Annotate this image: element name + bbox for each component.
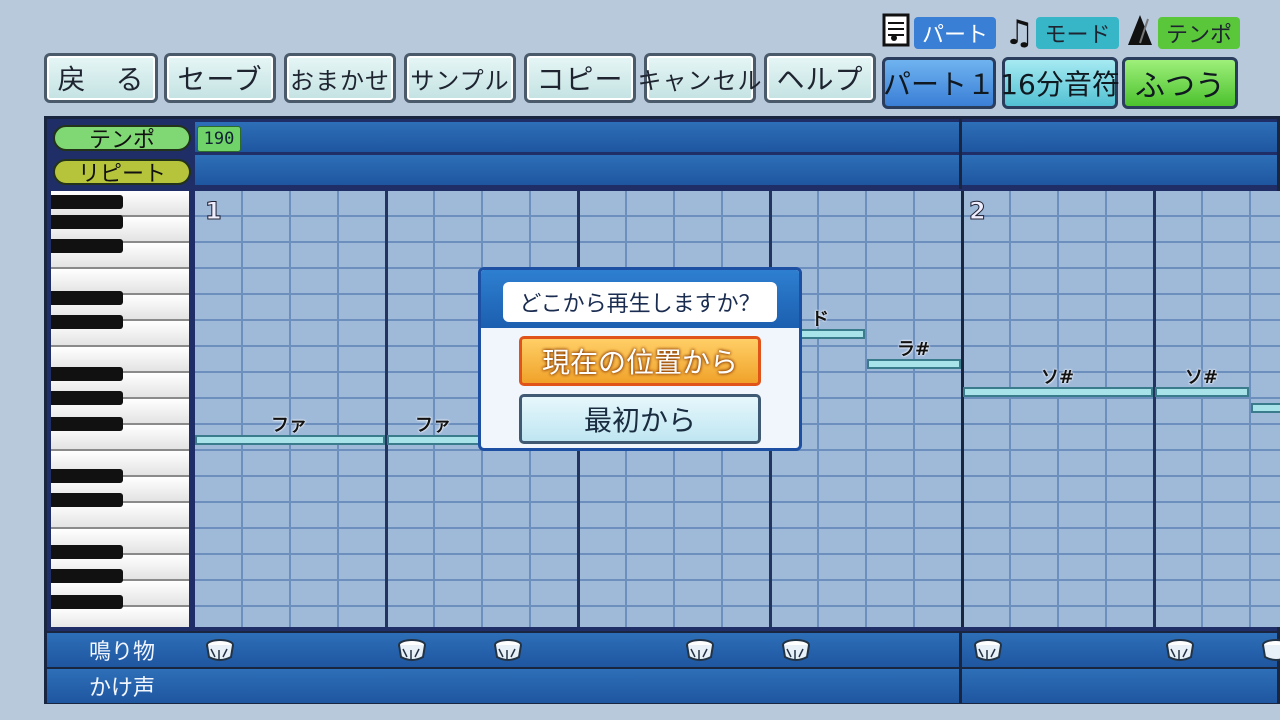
note-label: ファ: [415, 415, 451, 436]
mode-label: モード: [1036, 17, 1119, 49]
measure-line: [961, 191, 964, 627]
percussion-track[interactable]: 鳴り物: [47, 631, 1280, 667]
playback-dialog: どこから再生しますか？ 現在の位置から 最初から: [478, 267, 802, 451]
note-label: ファ: [271, 415, 307, 436]
tempo-label: テンポ: [1158, 17, 1241, 49]
drum-icon[interactable]: [493, 637, 523, 663]
repeat-track[interactable]: [195, 155, 1277, 185]
top-measure-divider: [959, 119, 962, 189]
score-icon: [882, 13, 912, 53]
play-from-start-button[interactable]: 最初から: [519, 394, 761, 444]
piano-keyboard[interactable]: [51, 191, 189, 627]
percussion-label: 鳴り物: [88, 640, 155, 665]
mode-selector[interactable]: 16分音符: [1000, 57, 1120, 109]
part-label: パート: [914, 17, 997, 49]
drum-icon[interactable]: [1261, 637, 1280, 663]
drum-icon[interactable]: [685, 637, 715, 663]
tempo-label-group: テンポ: [1124, 13, 1241, 53]
note-bar[interactable]: [1251, 403, 1280, 413]
note-label: ラ#: [897, 339, 931, 360]
beat-line: [385, 191, 388, 627]
note-label: ソ#: [1185, 367, 1219, 388]
copy-button[interactable]: コピー: [524, 53, 636, 103]
voice-label: かけ声: [88, 676, 155, 701]
tempo-value[interactable]: 190: [197, 126, 241, 152]
measure-number: 2: [969, 197, 987, 226]
drum-icon[interactable]: [205, 637, 235, 663]
metronome-icon: [1124, 13, 1156, 53]
beat-line: [1153, 191, 1156, 627]
sample-button[interactable]: サンプル: [404, 53, 516, 103]
note-label: ド: [811, 309, 829, 330]
drum-icon[interactable]: [397, 637, 427, 663]
dialog-header: どこから再生しますか？: [481, 270, 799, 328]
save-button[interactable]: セーブ: [164, 53, 276, 103]
drum-icon[interactable]: [781, 637, 811, 663]
mode-label-group: ♫ モード: [1004, 16, 1119, 50]
back-button[interactable]: 戻 る: [44, 53, 158, 103]
voice-track[interactable]: かけ声: [47, 667, 1277, 703]
drum-icon[interactable]: [973, 637, 1003, 663]
part-label-group: パート: [882, 13, 997, 53]
note-label: ソ#: [1041, 367, 1075, 388]
drum-icon[interactable]: [1165, 637, 1195, 663]
cancel-button[interactable]: キャンセル: [638, 53, 762, 103]
tempo-row-label: テンポ: [53, 125, 191, 153]
repeat-row-label: リピート: [53, 159, 191, 187]
tempo-selector[interactable]: ふつう: [1122, 57, 1238, 109]
help-button[interactable]: ヘルプ: [764, 53, 876, 103]
part-selector[interactable]: パート１: [882, 57, 996, 109]
measure-number: 1: [205, 197, 223, 226]
play-from-current-button[interactable]: 現在の位置から: [519, 336, 761, 386]
dialog-title: どこから再生しますか？: [503, 282, 777, 322]
music-note-icon: ♫: [1004, 13, 1035, 53]
tempo-track[interactable]: [195, 122, 1277, 152]
auto-button[interactable]: おまかせ: [284, 53, 396, 103]
